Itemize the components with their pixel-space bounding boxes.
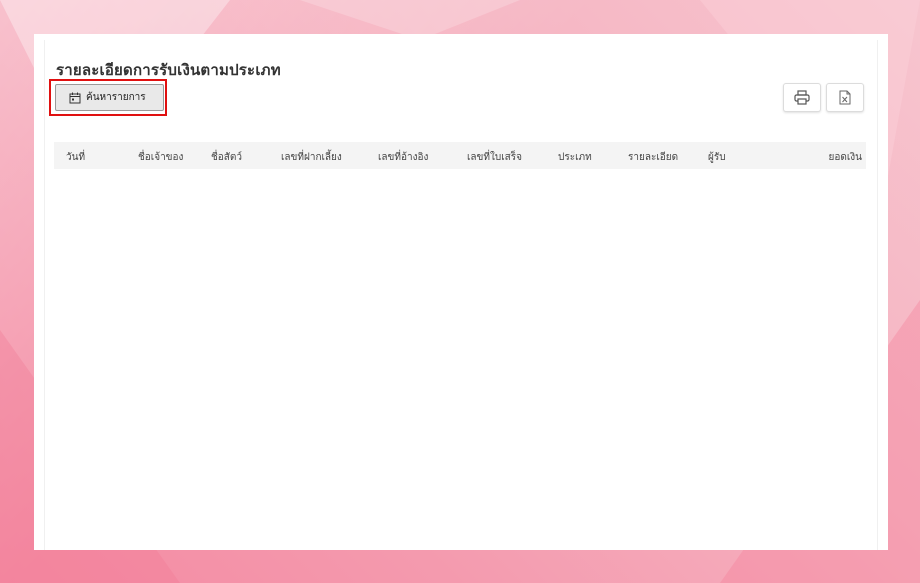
column-header-date: วันที่: [66, 152, 86, 163]
column-header-type: ประเภท: [558, 152, 592, 163]
column-header-owner-name: ชื่อเจ้าของ: [138, 152, 184, 163]
column-header-receipt-no: เลขที่ใบเสร็จ: [467, 152, 522, 163]
column-header-receiver: ผู้รับ: [708, 152, 726, 163]
excel-export-button[interactable]: [826, 83, 864, 112]
report-panel: รายละเอียดการรับเงินตามประเภท ค้นหารายกา…: [34, 34, 888, 550]
excel-file-icon: [839, 90, 851, 105]
column-header-boarding-no: เลขที่ฝากเลี้ยง: [281, 152, 342, 163]
column-header-amount: ยอดเงิน: [828, 152, 863, 163]
calendar-icon: [69, 92, 81, 104]
table-header: วันที่ ชื่อเจ้าของ ชื่อสัตว์ เลขที่ฝากเล…: [54, 142, 866, 169]
search-button[interactable]: ค้นหารายการ: [55, 84, 164, 111]
search-button-label: ค้นหารายการ: [86, 92, 146, 103]
printer-icon: [794, 90, 810, 105]
print-button[interactable]: [783, 83, 821, 112]
report-panel-inner: [44, 40, 878, 550]
column-header-reference-no: เลขที่อ้างอิง: [378, 152, 429, 163]
column-header-pet-name: ชื่อสัตว์: [211, 152, 243, 163]
column-header-details: รายละเอียด: [628, 152, 679, 163]
